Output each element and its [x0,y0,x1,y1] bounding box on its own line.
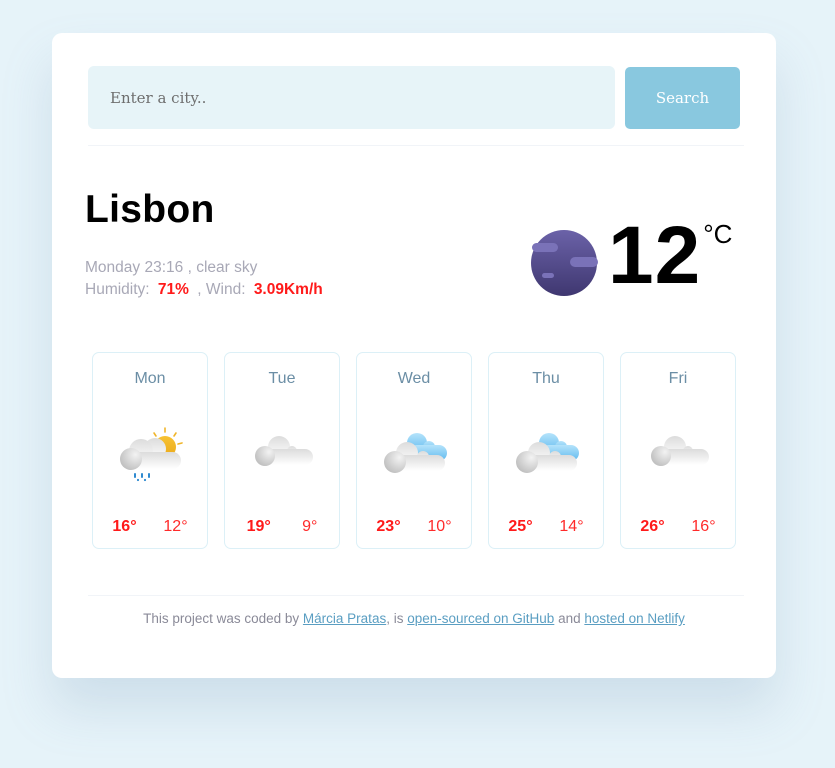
forecast-temps: 23° 10° [357,518,471,536]
forecast-day-name: Mon [134,370,166,387]
city-search-input[interactable] [88,66,615,129]
forecast-list: Mon 16° 12° Tue 19° 9° Wed 23° 10° Thu 2… [92,352,736,549]
forecast-min-temp: 9° [302,518,318,535]
forecast-day: Tue 19° 9° [224,352,340,549]
github-link[interactable]: open-sourced on GitHub [407,611,554,626]
day-time: Monday 23:16 [85,259,184,276]
weather-description: clear sky [196,259,258,276]
forecast-min-temp: 10° [427,518,452,535]
forecast-min-temp: 16° [691,518,716,535]
broken-clouds-icon [516,433,579,473]
search-form: Search [88,66,740,129]
forecast-min-temp: 14° [559,518,584,535]
forecast-day-name: Tue [268,370,296,387]
temperature-value: 12 [608,210,702,301]
footer: This project was coded by Márcia Pratas,… [52,611,776,626]
forecast-temps: 19° 9° [225,518,339,536]
footer-text: and [554,611,585,626]
forecast-max-temp: 16° [112,518,137,535]
humidity-value: 71% [157,281,189,298]
forecast-day-name: Fri [668,370,688,387]
wind-label: , Wind: [197,281,246,298]
wind-value: 3.09Km/h [253,281,323,298]
divider [88,145,744,146]
forecast-temps: 16° 12° [93,518,207,536]
forecast-day-name: Wed [397,370,431,387]
author-link[interactable]: Márcia Pratas [303,611,386,626]
partly-sunny-rain-icon [120,427,183,482]
forecast-min-temp: 12° [163,518,188,535]
footer-text: , is [386,611,408,626]
forecast-day: Wed 23° 10° [356,352,472,549]
clear-night-moon-icon [531,230,598,296]
forecast-day-name: Thu [532,370,560,387]
forecast-max-temp: 25° [508,518,533,535]
forecast-max-temp: 26° [640,518,665,535]
forecast-max-temp: 19° [246,518,271,535]
separator: , [187,259,197,276]
footer-text: This project was coded by [143,611,303,626]
city-name: Lisbon [85,188,215,231]
forecast-day: Fri 26° 16° [620,352,736,549]
netlify-link[interactable]: hosted on Netlify [584,611,685,626]
search-button[interactable]: Search [625,67,740,129]
divider [88,595,744,596]
cloud-icon [255,436,313,466]
forecast-temps: 26° 16° [621,518,735,536]
current-temperature: 12 °C [530,215,732,297]
forecast-day: Mon 16° 12° [92,352,208,549]
forecast-temps: 25° 14° [489,518,603,536]
forecast-day: Thu 25° 14° [488,352,604,549]
temperature-unit[interactable]: °C [703,219,732,250]
broken-clouds-icon [384,433,447,473]
humidity-label: Humidity: [85,281,150,298]
cloud-icon [651,436,709,466]
humidity-wind-line: Humidity: 71% , Wind: 3.09Km/h [85,279,327,301]
date-description-line: Monday 23:16 , clear sky [85,257,327,279]
current-details: Monday 23:16 , clear sky Humidity: 71% ,… [85,257,327,301]
weather-app-card: Search Lisbon Monday 23:16 , clear sky H… [52,33,776,678]
forecast-max-temp: 23° [376,518,401,535]
